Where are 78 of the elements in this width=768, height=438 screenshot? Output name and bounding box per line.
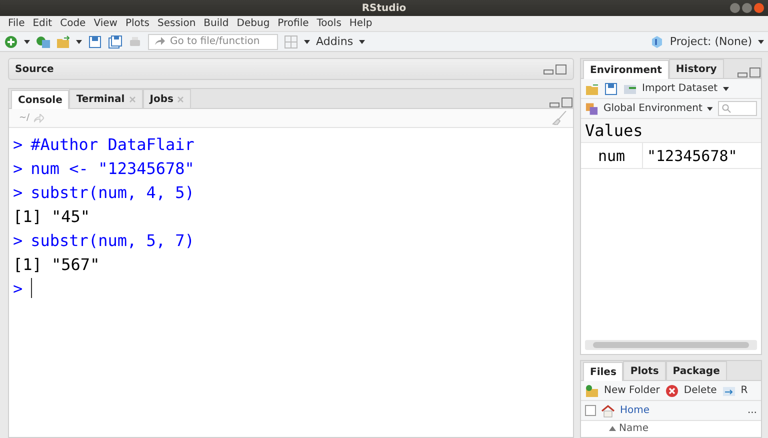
menu-item[interactable]: View xyxy=(90,18,122,29)
menu-item[interactable]: Plots xyxy=(121,18,154,29)
folder-icon[interactable] xyxy=(585,82,599,96)
working-directory: ~/ xyxy=(19,113,30,123)
caret-icon[interactable] xyxy=(707,106,714,110)
broom-icon[interactable] xyxy=(551,111,567,125)
menu-item[interactable]: Debug xyxy=(232,18,274,29)
close-button[interactable] xyxy=(754,3,764,13)
menu-item[interactable]: Edit xyxy=(28,18,56,29)
console-prompt: > xyxy=(13,230,23,250)
window-title: RStudio xyxy=(362,2,406,14)
home-icon[interactable] xyxy=(601,404,615,418)
console-prompt: > xyxy=(13,158,23,178)
add-icon[interactable] xyxy=(4,34,18,48)
command-text: #Author DataFlair xyxy=(30,134,194,154)
minimize-maximize-icon[interactable] xyxy=(737,67,761,78)
menu-item[interactable]: Tools xyxy=(312,18,346,29)
text-cursor xyxy=(30,278,32,298)
search-field[interactable] xyxy=(718,101,757,116)
pane-tab[interactable]: Terminal xyxy=(69,89,143,108)
addins-menu[interactable]: Addins xyxy=(316,35,354,48)
more-button[interactable]: ... xyxy=(747,405,757,416)
pane-tab[interactable]: Jobs xyxy=(142,89,192,108)
menu-item[interactable]: Build xyxy=(200,18,233,29)
output-text: [1] "45" xyxy=(13,206,90,226)
caret-icon[interactable] xyxy=(722,86,729,90)
caret-icon[interactable] xyxy=(304,40,310,44)
arrow-icon xyxy=(155,37,165,46)
go-to-file-field[interactable]: Go to file/function xyxy=(148,34,278,50)
command-text: substr(num, 5, 7) xyxy=(30,230,194,250)
caret-icon[interactable] xyxy=(24,40,30,44)
minimize-maximize-icon[interactable] xyxy=(549,97,573,108)
checkbox[interactable] xyxy=(585,405,596,416)
caret-icon[interactable] xyxy=(758,40,764,44)
delete-button[interactable]: Delete xyxy=(684,385,717,396)
maximize-button[interactable] xyxy=(742,3,752,13)
project-menu[interactable]: Project: (None) xyxy=(670,35,752,48)
pane-tab[interactable]: History xyxy=(668,59,724,78)
output-text: [1] "567" xyxy=(13,254,100,274)
menu-item[interactable]: Code xyxy=(56,18,90,29)
caret-icon[interactable] xyxy=(359,40,366,44)
horizontal-scrollbar[interactable] xyxy=(585,340,757,350)
command-text: num <- "12345678" xyxy=(30,158,194,178)
menu-item[interactable]: Profile xyxy=(274,18,313,29)
menu-item[interactable]: File xyxy=(4,18,29,29)
cube-icon[interactable] xyxy=(650,34,664,48)
folder-icon[interactable] xyxy=(56,34,70,48)
pane-tab[interactable]: Plots xyxy=(623,361,666,380)
minimize-button[interactable] xyxy=(730,3,740,13)
menu-item[interactable]: Help xyxy=(345,18,376,29)
search-icon xyxy=(722,104,732,113)
pane-tab[interactable]: Files xyxy=(583,362,624,381)
section-heading: Values xyxy=(581,119,761,143)
stack-icon[interactable] xyxy=(585,102,598,116)
project-icon[interactable] xyxy=(36,34,50,48)
console-prompt: > xyxy=(13,278,23,298)
column-header[interactable]: Name xyxy=(619,422,649,434)
save-all-icon[interactable] xyxy=(108,34,122,48)
variable-value: "12345678" xyxy=(646,146,738,164)
home-link[interactable]: Home xyxy=(620,405,650,416)
console-prompt: > xyxy=(13,182,23,202)
pane-tab[interactable]: Console xyxy=(11,90,70,109)
save-icon[interactable] xyxy=(88,34,102,48)
menu-item[interactable]: Session xyxy=(154,18,200,29)
new-folder-icon[interactable] xyxy=(585,384,599,398)
save-icon[interactable] xyxy=(604,82,618,96)
new-folder-button[interactable]: New Folder xyxy=(604,385,660,396)
pane-tab[interactable]: Environment xyxy=(583,60,669,79)
caret-icon[interactable] xyxy=(76,40,82,44)
sort-ascending-icon[interactable] xyxy=(609,426,616,430)
command-text: substr(num, 4, 5) xyxy=(30,182,194,202)
console-prompt: > xyxy=(13,134,23,154)
pane-tab[interactable]: Package xyxy=(666,361,727,380)
delete-icon[interactable] xyxy=(664,384,679,398)
variable-name: num xyxy=(581,143,643,168)
pane-title: Source xyxy=(15,64,54,74)
rename-button[interactable]: R xyxy=(740,385,748,396)
minimize-maximize-icon[interactable] xyxy=(543,64,567,74)
